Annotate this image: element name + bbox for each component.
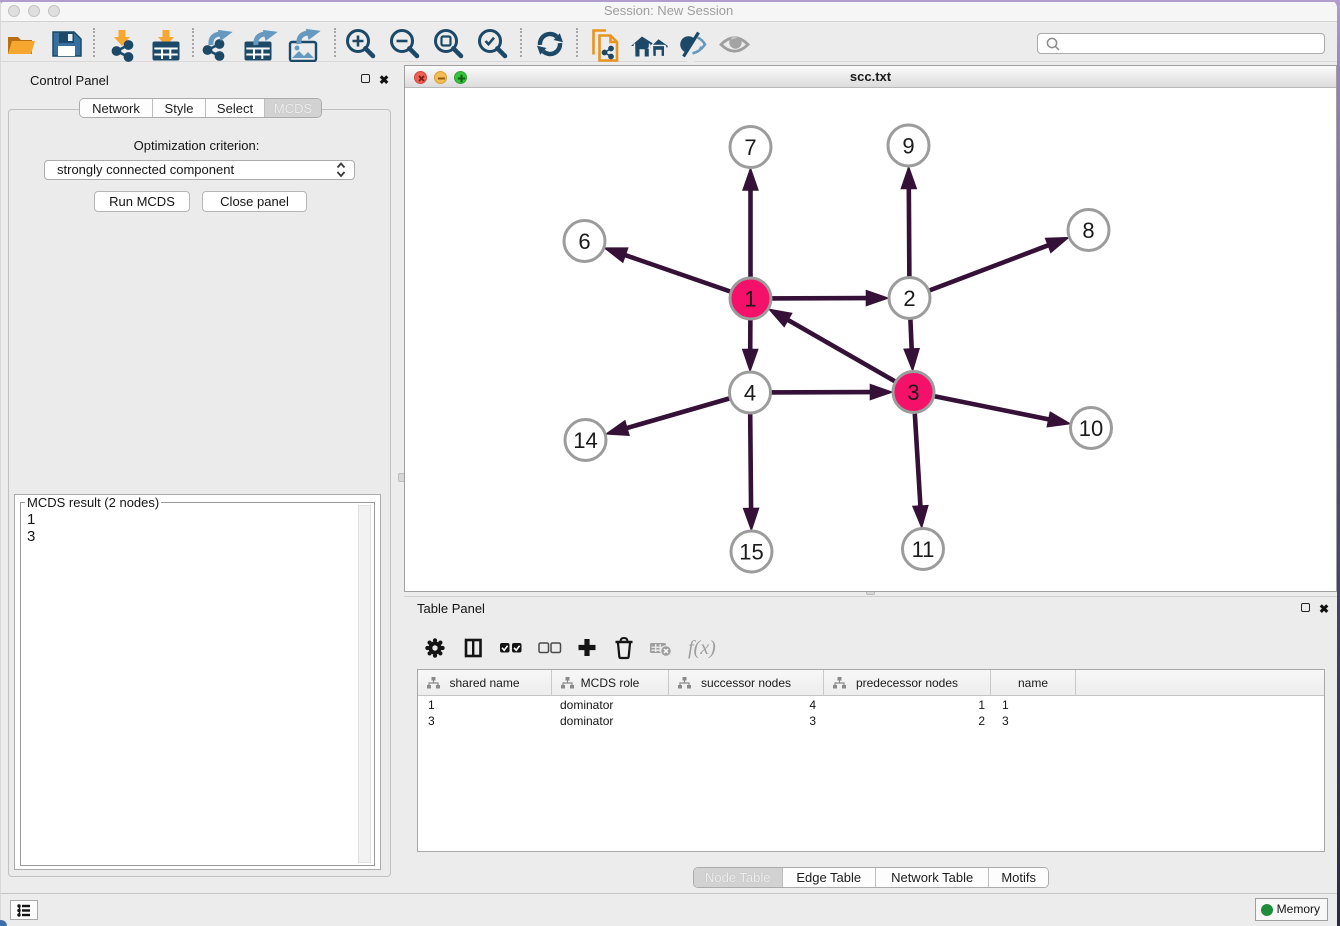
svg-text:4: 4 (744, 381, 756, 406)
svg-text:7: 7 (744, 135, 756, 160)
svg-text:15: 15 (739, 540, 763, 565)
svg-text:1: 1 (744, 287, 756, 312)
svg-text:10: 10 (1079, 416, 1103, 441)
svg-text:6: 6 (578, 229, 590, 254)
svg-text:9: 9 (902, 134, 914, 159)
svg-text:2: 2 (903, 286, 915, 311)
svg-text:11: 11 (912, 537, 935, 562)
svg-text:3: 3 (907, 380, 919, 405)
svg-text:f(x): f(x) (688, 637, 716, 659)
svg-text:14: 14 (573, 428, 597, 453)
svg-text:8: 8 (1082, 218, 1094, 243)
